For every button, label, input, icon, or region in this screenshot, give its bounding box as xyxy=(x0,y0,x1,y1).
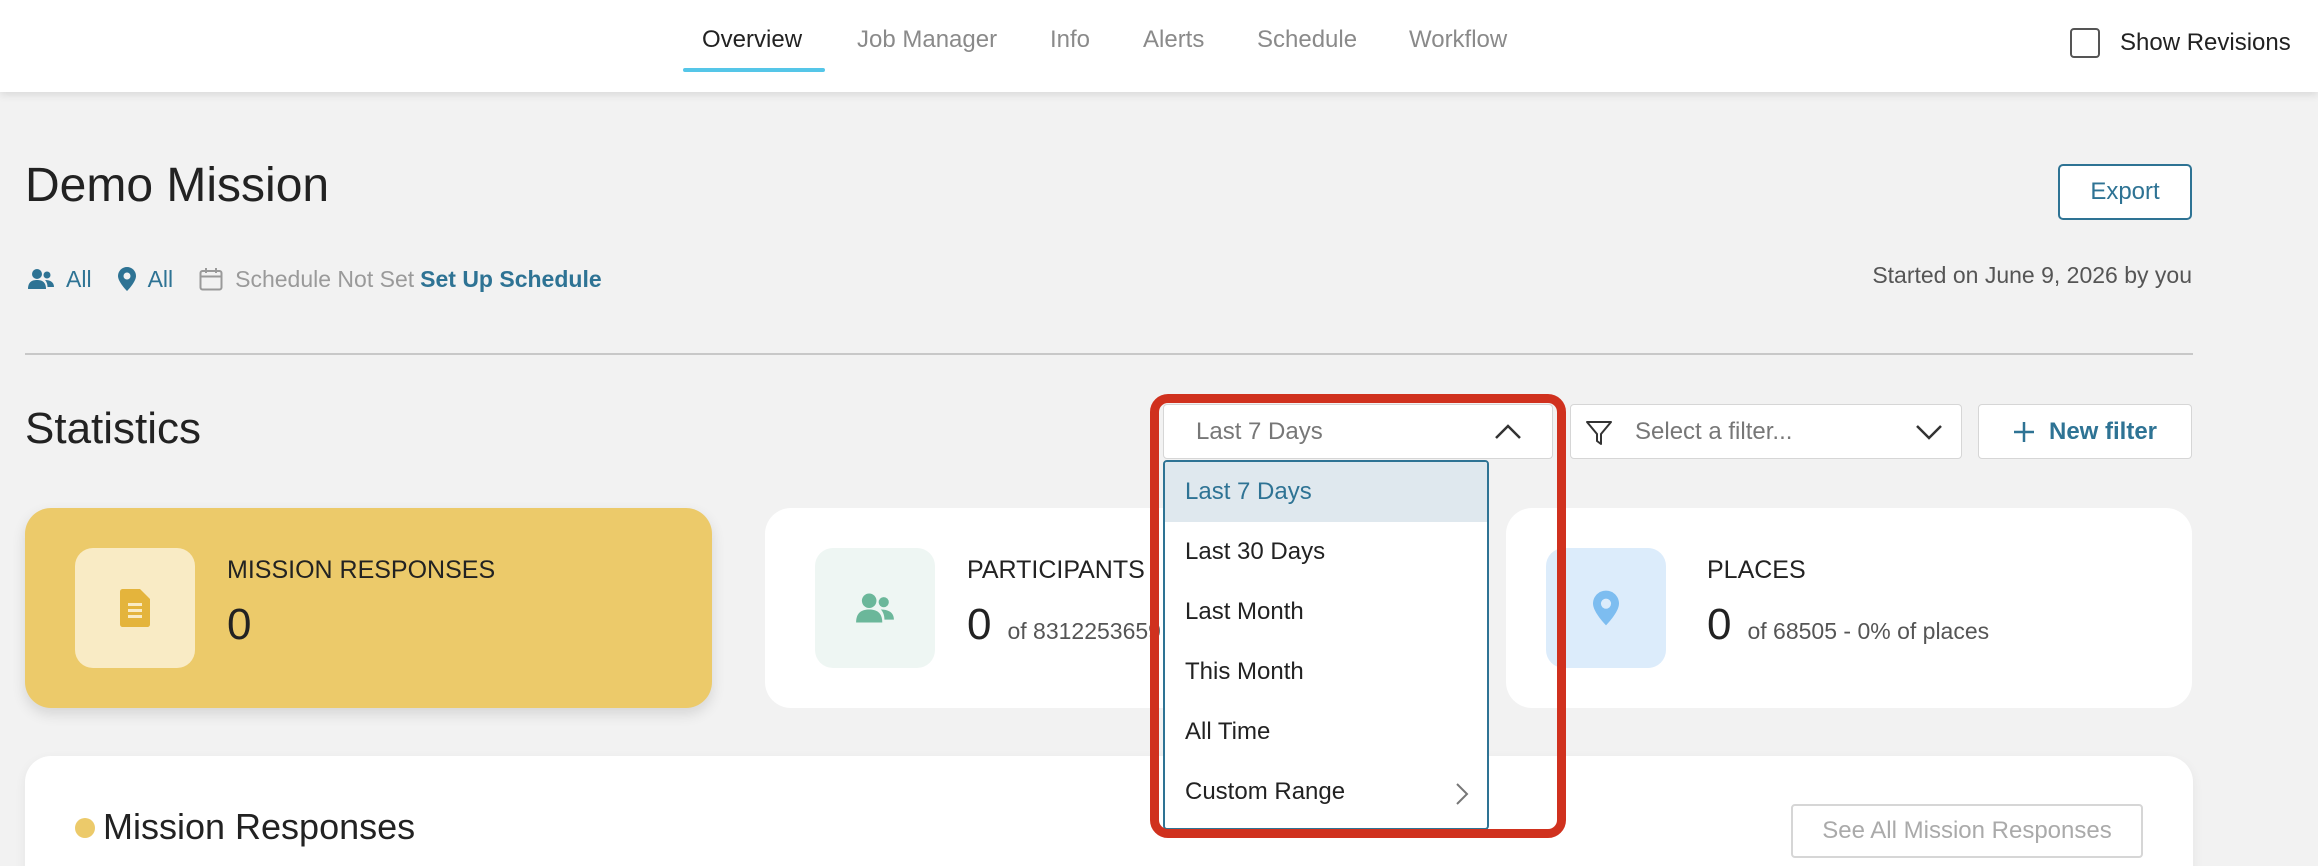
participants-filter-link[interactable]: All xyxy=(28,266,92,293)
date-range-dropdown: Last 7 Days Last 30 Days Last Month This… xyxy=(1163,460,1489,830)
chevron-up-icon xyxy=(1495,424,1521,439)
section-divider xyxy=(25,353,2193,355)
tab-overview[interactable]: Overview xyxy=(702,26,802,74)
calendar-icon xyxy=(199,268,223,291)
statistics-title: Statistics xyxy=(25,404,202,453)
date-option-last-30-days[interactable]: Last 30 Days xyxy=(1165,522,1487,582)
tab-job-manager[interactable]: Job Manager xyxy=(857,26,997,74)
show-revisions-checkbox[interactable] xyxy=(2070,28,2100,58)
responses-icon-tile xyxy=(75,548,195,668)
mission-responses-section: Mission Responses See All Mission Respon… xyxy=(25,756,2193,866)
see-all-responses-button[interactable]: See All Mission Responses xyxy=(1791,804,2143,858)
date-option-last-month[interactable]: Last Month xyxy=(1165,582,1487,642)
chevron-down-icon xyxy=(1916,425,1942,440)
card-value: 0 xyxy=(227,600,251,650)
responses-legend-dot xyxy=(75,818,95,838)
new-filter-button[interactable]: New filter xyxy=(1978,404,2192,459)
date-range-select[interactable]: Last 7 Days xyxy=(1163,404,1553,459)
custom-range-label: Custom Range xyxy=(1185,778,1346,805)
users-icon xyxy=(856,593,894,623)
card-label: PLACES xyxy=(1707,556,1806,584)
funnel-icon xyxy=(1586,421,1612,445)
schedule-status-text: Schedule Not Set xyxy=(235,265,415,292)
card-value-number: 0 xyxy=(967,600,992,649)
tab-schedule[interactable]: Schedule xyxy=(1257,26,1357,74)
filter-placeholder: Select a filter... xyxy=(1635,417,1793,445)
top-nav-bar: Overview Job Manager Info Alerts Schedul… xyxy=(0,0,2318,92)
places-card[interactable]: PLACES 0 of 68505 - 0% of places xyxy=(1506,508,2192,708)
places-icon-tile xyxy=(1546,548,1666,668)
card-value-number: 0 xyxy=(1707,600,1732,649)
participants-icon-tile xyxy=(815,548,935,668)
tab-alerts[interactable]: Alerts xyxy=(1143,26,1204,74)
export-button[interactable]: Export xyxy=(2058,164,2192,220)
places-filter-value: All xyxy=(147,265,174,292)
mission-responses-card[interactable]: MISSION RESPONSES 0 xyxy=(25,508,712,708)
show-revisions-toggle[interactable]: Show Revisions xyxy=(2070,28,2291,58)
card-label: MISSION RESPONSES xyxy=(227,556,496,584)
show-revisions-label: Show Revisions xyxy=(2120,29,2291,56)
card-value: 0 of 8312253659 xyxy=(967,600,1161,650)
plus-icon xyxy=(2013,421,2034,442)
card-subtext: of 68505 - 0% of places xyxy=(1747,618,1990,644)
schedule-status: Schedule Not Set xyxy=(199,266,414,293)
places-filter-link[interactable]: All xyxy=(117,265,174,293)
card-value: 0 of 68505 - 0% of places xyxy=(1707,600,1989,650)
tab-workflow[interactable]: Workflow xyxy=(1409,26,1507,74)
mission-meta-row: All All Schedule Not Set Set Up Schedule xyxy=(28,264,602,294)
document-icon xyxy=(120,589,150,627)
users-icon xyxy=(28,269,54,289)
mission-responses-title: Mission Responses xyxy=(103,806,416,847)
new-filter-label: New filter xyxy=(2048,417,2158,445)
date-option-this-month[interactable]: This Month xyxy=(1165,642,1487,702)
date-option-all-time[interactable]: All Time xyxy=(1165,702,1487,762)
participants-filter-value: All xyxy=(66,265,92,292)
set-up-schedule-link[interactable]: Set Up Schedule xyxy=(420,266,601,293)
started-info: Started on June 9, 2026 by you xyxy=(1872,262,2192,288)
tab-info[interactable]: Info xyxy=(1050,26,1090,74)
date-option-custom-range[interactable]: Custom Range xyxy=(1165,762,1487,822)
card-subtext: of 8312253659 xyxy=(1007,618,1161,644)
map-pin-icon xyxy=(1593,590,1619,626)
chevron-right-icon xyxy=(1456,783,1469,805)
date-option-last-7-days[interactable]: Last 7 Days xyxy=(1165,462,1487,522)
date-range-selected-value: Last 7 Days xyxy=(1196,417,1323,445)
active-tab-indicator xyxy=(683,68,825,72)
card-value-number: 0 xyxy=(227,600,252,649)
filter-select[interactable]: Select a filter... xyxy=(1570,404,1962,459)
card-label: PARTICIPANTS xyxy=(967,556,1145,584)
map-pin-icon xyxy=(117,267,136,291)
page-title: Demo Mission xyxy=(25,159,330,212)
